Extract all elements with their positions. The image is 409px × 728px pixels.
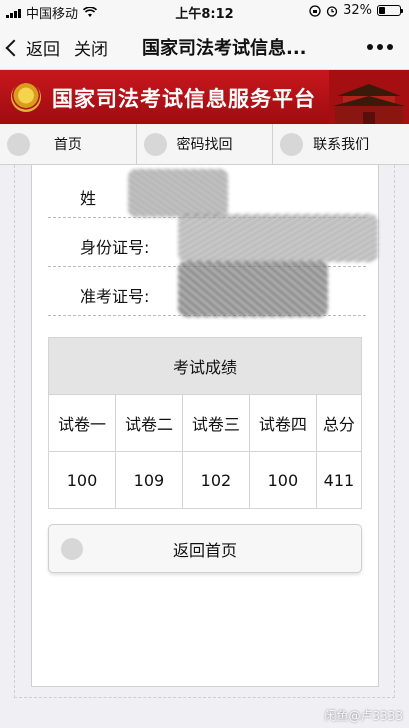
more-options-icon[interactable] bbox=[367, 44, 393, 50]
score-header-row: 试卷一 试卷二 试卷三 试卷四 总分 bbox=[48, 394, 363, 452]
redacted-name bbox=[128, 169, 228, 217]
score-paper-4: 100 bbox=[248, 451, 317, 509]
chevron-left-icon bbox=[5, 39, 23, 57]
score-paper-2: 109 bbox=[114, 451, 183, 509]
score-table: 考试成绩 试卷一 试卷二 试卷三 试卷四 总分 100 109 102 100 … bbox=[48, 337, 363, 509]
tab-contact-icon bbox=[280, 133, 304, 156]
header-paper-3: 试卷三 bbox=[181, 394, 250, 452]
orientation-lock-icon bbox=[309, 4, 321, 17]
header-paper-4: 试卷四 bbox=[248, 394, 317, 452]
score-total: 411 bbox=[315, 451, 363, 509]
alarm-icon bbox=[326, 5, 338, 17]
close-button[interactable]: 关闭 bbox=[74, 35, 108, 60]
header-paper-1: 试卷一 bbox=[48, 394, 116, 452]
tab-password-label: 密码找回 bbox=[176, 137, 233, 153]
watermark: 闲鱼@卢3333 bbox=[324, 709, 403, 723]
banner-title: 国家司法考试信息服务平台 bbox=[52, 87, 316, 111]
page-title: 国家司法考试信息... bbox=[142, 38, 307, 59]
tab-home-icon bbox=[7, 133, 30, 156]
tab-contact-us[interactable]: 联系我们 bbox=[273, 124, 409, 164]
back-button[interactable]: 返回 bbox=[5, 35, 60, 60]
site-banner: 国家司法考试信息服务平台 bbox=[0, 70, 409, 124]
tab-password-icon bbox=[143, 133, 167, 156]
tab-password-recovery[interactable]: 密码找回 bbox=[137, 124, 274, 164]
tiananmen-gate-icon bbox=[329, 70, 409, 124]
redacted-id-number bbox=[178, 214, 378, 262]
id-row: 身份证号: bbox=[48, 214, 378, 267]
ticket-number-label: 准考证号: bbox=[80, 287, 150, 306]
home-button-icon bbox=[61, 538, 83, 560]
back-to-home-button[interactable]: 返回首页 bbox=[48, 524, 362, 573]
score-paper-3: 102 bbox=[181, 451, 250, 509]
back-label: 返回 bbox=[26, 40, 60, 60]
name-label: 姓 bbox=[80, 189, 97, 208]
home-button-label: 返回首页 bbox=[172, 540, 237, 560]
id-number-label: 身份证号: bbox=[80, 238, 150, 257]
status-bar: 中国移动 上午8:12 32% bbox=[0, 0, 409, 22]
header-total: 总分 bbox=[315, 394, 363, 452]
score-table-title: 考试成绩 bbox=[48, 337, 362, 395]
tab-home-label: 首页 bbox=[53, 137, 82, 153]
nav-bar: 返回 关闭 国家司法考试信息... bbox=[0, 22, 409, 70]
ticket-row: 准考证号: bbox=[48, 261, 366, 317]
national-emblem-icon bbox=[11, 82, 41, 112]
score-value-row: 100 109 102 100 411 bbox=[48, 451, 363, 509]
name-row: 姓 bbox=[48, 169, 366, 218]
battery-percent: 32% bbox=[343, 3, 372, 18]
tab-home[interactable]: 首页 bbox=[0, 124, 137, 164]
score-paper-1: 100 bbox=[48, 451, 116, 509]
tab-contact-label: 联系我们 bbox=[313, 137, 370, 153]
battery-icon bbox=[377, 5, 403, 16]
result-card: 姓 身份证号: 准考证号: 考试成绩 试卷一 试卷二 试卷三 试卷四 总分 10… bbox=[31, 165, 379, 687]
redacted-ticket-number bbox=[178, 261, 328, 317]
header-paper-2: 试卷二 bbox=[114, 394, 183, 452]
top-tabs: 首页 密码找回 联系我们 bbox=[0, 124, 409, 165]
